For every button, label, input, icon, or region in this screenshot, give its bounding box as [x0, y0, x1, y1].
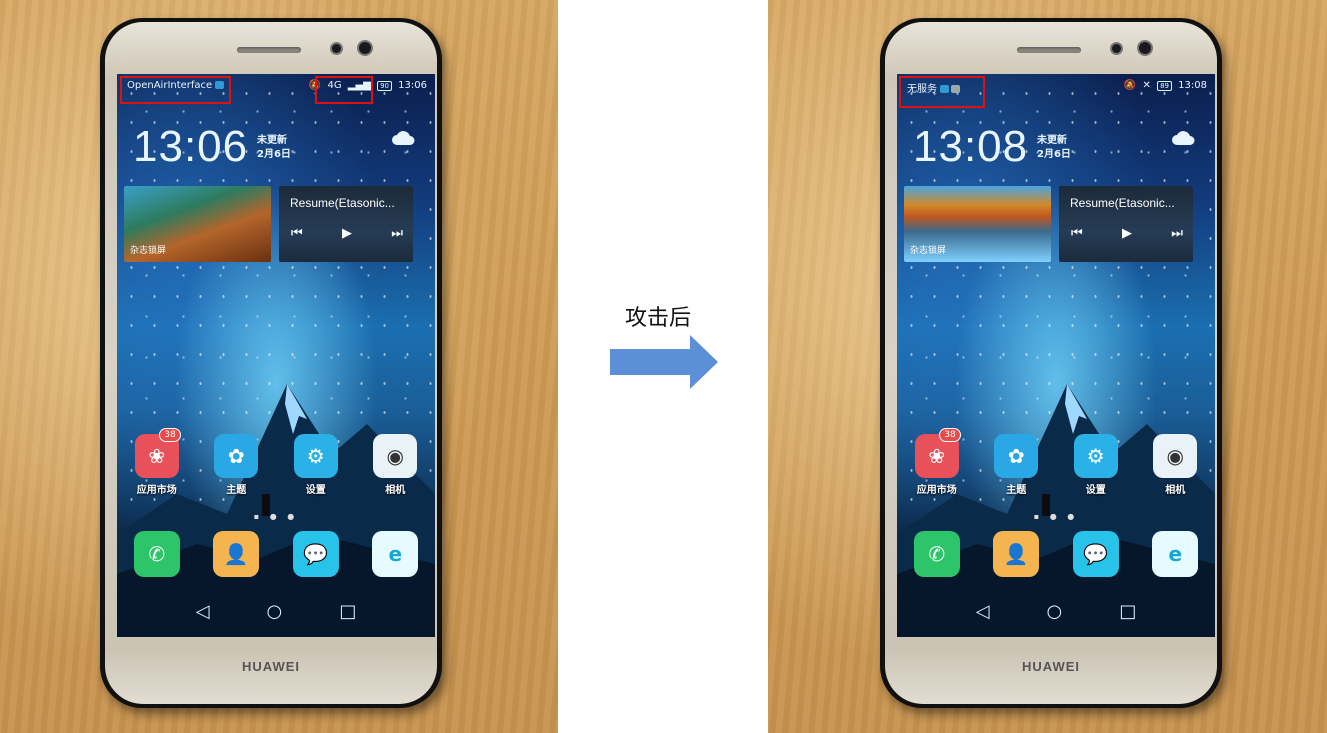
status-icons: 🔕 ✕ 89 13:08 — [1121, 80, 1207, 91]
app-camera[interactable]: ◉ 相机 — [1145, 434, 1205, 496]
back-icon[interactable]: ◁ — [976, 601, 990, 622]
settings-gear-icon: ⚙ — [293, 434, 338, 478]
app-themes[interactable]: ✿ 主题 — [206, 434, 266, 496]
clock-info: 未更新 2月6日 — [257, 134, 291, 162]
dock: ✆ 👤 💬 e — [897, 531, 1215, 577]
carrier-highlight-box — [120, 76, 231, 104]
date-label: 2月6日 — [257, 149, 291, 160]
right-arrow-icon — [610, 335, 718, 389]
recents-icon[interactable]: □ — [1119, 601, 1136, 622]
app-appgallery[interactable]: ❀ 38 应用市场 — [127, 428, 187, 496]
date-label: 2月6日 — [1037, 149, 1071, 160]
app-row: ❀ 38 应用市场 ✿ 主题 ⚙ 设置 ◉ 相机 — [897, 428, 1215, 496]
recents-icon[interactable]: □ — [339, 601, 356, 622]
notification-badge: 38 — [159, 428, 181, 442]
lock-screen: 无服务 🔕 ✕ 89 13:08 13:08 未更新 2月6日 杂志锁屏 Res… — [897, 74, 1215, 637]
front-camera — [1139, 42, 1151, 54]
page-indicator: ▪ ● ● — [253, 512, 299, 521]
themes-icon: ✿ — [994, 434, 1039, 478]
messages-icon[interactable]: 💬 — [1072, 531, 1119, 577]
proximity-sensor — [332, 44, 341, 53]
music-controls: ⏮ ▶ ⏭ — [291, 226, 403, 241]
previous-icon[interactable]: ⏮ — [291, 226, 303, 241]
after-attack-photo: 无服务 🔕 ✕ 89 13:08 13:08 未更新 2月6日 杂志锁屏 Res… — [768, 0, 1327, 733]
update-status: 未更新 — [257, 135, 287, 146]
app-row: ❀ 38 应用市场 ✿ 主题 ⚙ 设置 ◉ 相机 — [117, 428, 435, 496]
magazine-widget[interactable]: 杂志锁屏 — [904, 186, 1051, 262]
phone-icon[interactable]: ✆ — [913, 531, 960, 577]
lock-screen: OpenAirInterface 🔕 4G ▂▄▆ 90 13:06 13:06… — [117, 74, 435, 637]
browser-icon[interactable]: e — [1152, 531, 1199, 577]
after-attack-label: 攻击后 — [624, 306, 691, 331]
lock-clock: 13:08 — [913, 122, 1029, 171]
status-time: 13:06 — [398, 80, 427, 91]
signal-highlight-box — [315, 76, 373, 104]
lock-clock: 13:06 — [133, 122, 249, 171]
home-icon[interactable]: ○ — [267, 601, 283, 622]
magazine-widget[interactable]: 杂志锁屏 — [124, 186, 271, 262]
no-signal-icon: ✕ — [1142, 80, 1151, 91]
back-icon[interactable]: ◁ — [196, 601, 210, 622]
play-icon[interactable]: ▶ — [342, 226, 352, 241]
app-themes[interactable]: ✿ 主题 — [986, 434, 1046, 496]
play-icon[interactable]: ▶ — [1122, 226, 1132, 241]
app-camera[interactable]: ◉ 相机 — [365, 434, 425, 496]
phone-body: OpenAirInterface 🔕 4G ▂▄▆ 90 13:06 13:06… — [105, 22, 437, 704]
phone-body: 无服务 🔕 ✕ 89 13:08 13:08 未更新 2月6日 杂志锁屏 Res… — [885, 22, 1217, 704]
music-title: Resume(Etasonic... — [290, 196, 395, 210]
settings-gear-icon: ⚙ — [1073, 434, 1118, 478]
clock-info: 未更新 2月6日 — [1037, 134, 1071, 162]
update-status: 未更新 — [1037, 135, 1067, 146]
previous-icon[interactable]: ⏮ — [1071, 226, 1083, 241]
themes-icon: ✿ — [214, 434, 259, 478]
app-settings[interactable]: ⚙ 设置 — [286, 434, 346, 496]
mute-icon: 🔕 — [1123, 80, 1137, 91]
app-appgallery[interactable]: ❀ 38 应用市场 — [907, 428, 967, 496]
dock: ✆ 👤 💬 e — [117, 531, 435, 577]
phone-after: 无服务 🔕 ✕ 89 13:08 13:08 未更新 2月6日 杂志锁屏 Res… — [880, 18, 1222, 708]
music-title: Resume(Etasonic... — [1070, 196, 1175, 210]
device-brand: HUAWEI — [1022, 659, 1080, 674]
proximity-sensor — [1112, 44, 1121, 53]
browser-icon[interactable]: e — [372, 531, 419, 577]
before-attack-photo: OpenAirInterface 🔕 4G ▂▄▆ 90 13:06 13:06… — [0, 0, 558, 733]
page-indicator: ▪ ● ● — [1033, 512, 1079, 521]
home-icon[interactable]: ○ — [1047, 601, 1063, 622]
app-settings[interactable]: ⚙ 设置 — [1066, 434, 1126, 496]
transition-panel: 攻击后 — [558, 0, 768, 733]
status-time: 13:08 — [1178, 80, 1207, 91]
music-controls: ⏮ ▶ ⏭ — [1071, 226, 1183, 241]
camera-icon: ◉ — [1153, 434, 1198, 478]
earpiece-speaker — [1017, 47, 1081, 53]
device-brand: HUAWEI — [242, 659, 300, 674]
camera-icon: ◉ — [373, 434, 418, 478]
navigation-bar: ◁ ○ □ — [897, 601, 1215, 622]
notification-badge: 38 — [939, 428, 961, 442]
contacts-icon[interactable]: 👤 — [993, 531, 1040, 577]
contacts-icon[interactable]: 👤 — [213, 531, 260, 577]
weather-cloud-icon[interactable] — [1171, 130, 1195, 146]
music-widget[interactable]: Resume(Etasonic... ⏮ ▶ ⏭ — [1059, 186, 1193, 262]
front-camera — [359, 42, 371, 54]
battery-level: 90 — [377, 81, 392, 91]
music-widget[interactable]: Resume(Etasonic... ⏮ ▶ ⏭ — [279, 186, 413, 262]
phone-icon[interactable]: ✆ — [133, 531, 180, 577]
carrier-highlight-box — [899, 76, 985, 108]
next-icon[interactable]: ⏭ — [1171, 226, 1183, 241]
battery-level: 89 — [1157, 81, 1172, 91]
next-icon[interactable]: ⏭ — [391, 226, 403, 241]
weather-cloud-icon[interactable] — [391, 130, 415, 146]
messages-icon[interactable]: 💬 — [292, 531, 339, 577]
earpiece-speaker — [237, 47, 301, 53]
phone-before: OpenAirInterface 🔕 4G ▂▄▆ 90 13:06 13:06… — [100, 18, 442, 708]
navigation-bar: ◁ ○ □ — [117, 601, 435, 622]
